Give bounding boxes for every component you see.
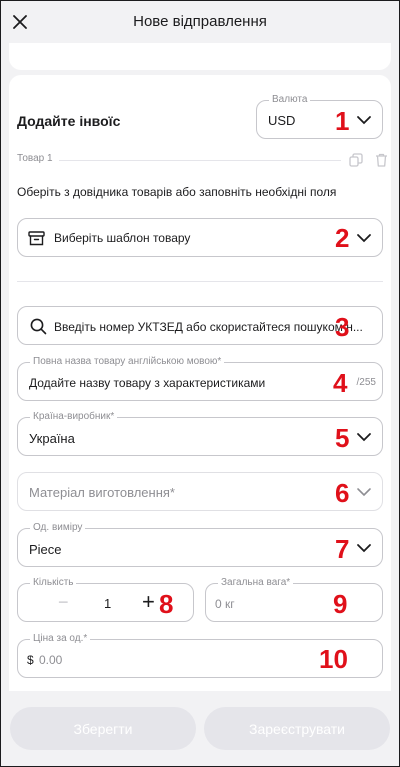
quantity-label: Кількість (30, 577, 77, 589)
chevron-down-icon (357, 233, 371, 242)
section-divider (17, 281, 383, 282)
annotation-9: 9 (333, 589, 348, 619)
page-title: Нове відправлення (133, 13, 267, 30)
hs-code-search-input[interactable]: Введіть номер УКТЗЕД або скористайтеся п… (17, 306, 383, 345)
annotation-6: 6 (335, 478, 350, 508)
english-name-field[interactable]: Повна назва товару англійською мовою* До… (17, 356, 383, 401)
unit-value: Piece (29, 542, 62, 557)
country-label: Країна-виробник* (30, 411, 118, 423)
currency-value: USD (268, 113, 296, 128)
item-hint: Оберіть з довідника товарів або заповніт… (17, 185, 337, 199)
trash-icon[interactable] (375, 153, 388, 167)
annotation-4: 4 (333, 368, 348, 398)
register-button[interactable]: Зареєструвати (204, 707, 390, 750)
chevron-down-icon (357, 432, 371, 441)
footer: Зберегти Зареєструвати (1, 691, 399, 766)
material-placeholder: Матеріал виготовлення* (29, 485, 175, 500)
annotation-1: 1 (335, 106, 350, 136)
material-select[interactable]: Матеріал виготовлення* (17, 472, 383, 511)
previous-section-card (9, 43, 391, 70)
total-weight-field[interactable]: Загальна вага* 0 кг (205, 577, 383, 622)
template-select[interactable]: Виберіть шаблон товару (17, 218, 383, 257)
archive-box-icon (28, 231, 45, 246)
save-button[interactable]: Зберегти (10, 707, 196, 750)
item-divider (59, 160, 341, 161)
total-weight-placeholder: 0 кг (215, 597, 235, 611)
invoice-card: Додайте інвоїс Валюта USD 1 Товар 1 Обер… (9, 75, 391, 695)
annotation-3: 3 (335, 312, 350, 342)
item-label: Товар 1 (17, 153, 53, 164)
chevron-down-icon (357, 115, 371, 124)
annotation-5: 5 (335, 423, 350, 453)
char-counter: /255 (356, 377, 376, 388)
unit-select[interactable]: Од. виміру Piece (17, 522, 383, 567)
currency-label: Валюта (269, 94, 311, 106)
hs-code-search-placeholder: Введіть номер УКТЗЕД або скористайтеся п… (54, 320, 363, 334)
chevron-down-icon (357, 487, 371, 496)
country-value: Україна (29, 431, 75, 446)
invoice-section-title: Додайте інвоїс (17, 113, 121, 129)
quantity-increment-button[interactable]: + (142, 589, 155, 615)
template-select-placeholder: Виберіть шаблон товару (54, 231, 191, 245)
currency-symbol: $ (27, 653, 34, 667)
quantity-decrement-button[interactable]: − (58, 592, 69, 613)
chevron-down-icon (357, 543, 371, 552)
annotation-8: 8 (159, 589, 174, 619)
country-select[interactable]: Країна-виробник* Україна (17, 411, 383, 456)
annotation-7: 7 (335, 534, 350, 564)
unit-label: Од. виміру (30, 522, 86, 534)
quantity-value[interactable]: 1 (104, 596, 111, 611)
search-icon (30, 318, 47, 335)
header: Нове відправлення (1, 1, 399, 43)
english-name-placeholder: Додайте назву товару з характеристиками (29, 376, 266, 390)
unit-price-label: Ціна за од.* (30, 633, 91, 645)
annotation-2: 2 (335, 223, 350, 253)
currency-select[interactable]: Валюта USD (256, 94, 383, 139)
english-name-label: Повна назва товару англійською мовою* (30, 356, 225, 368)
unit-price-placeholder: 0.00 (39, 653, 63, 667)
copy-icon[interactable] (349, 153, 363, 167)
item-header: Товар 1 (17, 153, 387, 167)
total-weight-label: Загальна вага* (218, 577, 294, 589)
annotation-10: 10 (319, 644, 348, 674)
